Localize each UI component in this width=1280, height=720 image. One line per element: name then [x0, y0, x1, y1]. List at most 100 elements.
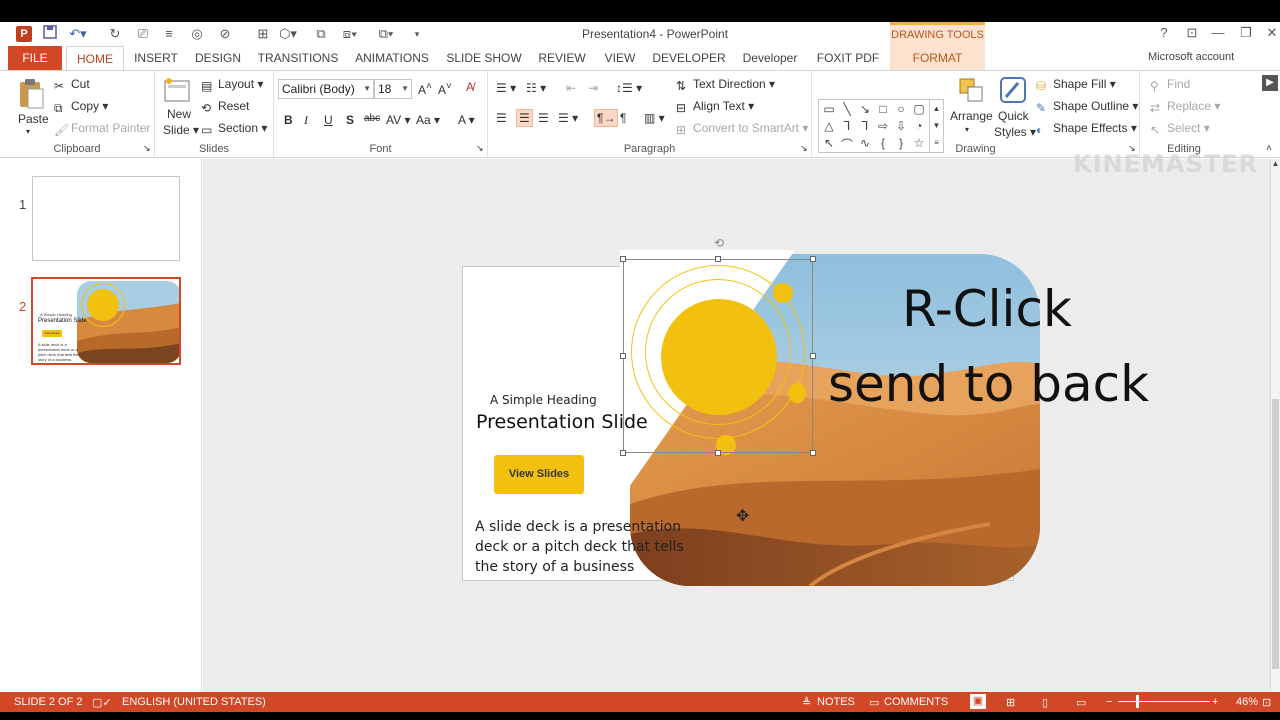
- right-to-left-icon[interactable]: ¶: [620, 111, 626, 125]
- paste-dropdown-icon[interactable]: ▾: [26, 127, 30, 136]
- strikethrough-icon[interactable]: abc: [364, 113, 380, 124]
- start-from-beginning-icon[interactable]: ⎚: [134, 25, 152, 43]
- proofing-icon[interactable]: ▢✓: [92, 696, 112, 709]
- shape-icon[interactable]: ◎: [188, 25, 206, 43]
- rotate-handle-icon[interactable]: ⟲: [714, 236, 724, 250]
- font-color-icon[interactable]: A ▾: [458, 113, 475, 127]
- align-left-icon[interactable]: ☰: [496, 111, 507, 125]
- notes-button[interactable]: NOTES: [817, 696, 855, 708]
- tab-transitions[interactable]: TRANSITIONS: [256, 46, 340, 70]
- resize-handle[interactable]: [620, 450, 626, 456]
- new-slide-button-line2[interactable]: Slide ▾: [163, 123, 199, 137]
- slide-sorter-icon[interactable]: ⊞: [1006, 696, 1015, 709]
- copy-button[interactable]: ⧉ Copy ▾: [54, 99, 108, 115]
- section-button[interactable]: ▭ Section ▾: [201, 121, 267, 137]
- clear-formatting-icon[interactable]: A̸: [466, 80, 474, 94]
- shrink-font-icon[interactable]: A˅: [438, 81, 452, 97]
- tab-file[interactable]: FILE: [8, 46, 62, 70]
- tab-format[interactable]: FORMAT: [890, 46, 985, 70]
- comments-button[interactable]: COMMENTS: [884, 696, 948, 708]
- help-button[interactable]: ?: [1154, 25, 1174, 40]
- quick-styles-button-line2[interactable]: Styles ▾: [994, 125, 1036, 139]
- customize-toolbar-icon[interactable]: ▾: [410, 25, 424, 43]
- reset-button[interactable]: ⟲ Reset: [201, 99, 249, 115]
- tab-design[interactable]: DESIGN: [190, 46, 246, 70]
- quick-styles-button[interactable]: Quick: [998, 109, 1029, 123]
- zoom-slider[interactable]: [1118, 701, 1210, 702]
- grow-font-icon[interactable]: A˄: [418, 81, 432, 97]
- bold-icon[interactable]: B: [284, 113, 293, 127]
- replace-button[interactable]: ⇄ Replace ▾: [1150, 99, 1220, 115]
- vertical-scrollbar[interactable]: ▲: [1270, 159, 1280, 692]
- increase-indent-icon[interactable]: ⇥: [588, 81, 598, 95]
- change-case-icon[interactable]: Aa ▾: [416, 113, 440, 127]
- resize-handle[interactable]: [620, 353, 626, 359]
- select-button[interactable]: ↖ Select ▾: [1150, 121, 1210, 137]
- restore-button[interactable]: ❐: [1236, 25, 1256, 41]
- tab-insert[interactable]: INSERT: [130, 46, 182, 70]
- slide-body-text[interactable]: A slide deck is a presentation deck or a…: [475, 517, 684, 577]
- underline-icon[interactable]: U: [324, 113, 333, 127]
- arrow-line-shape-icon[interactable]: ↘: [857, 102, 873, 116]
- tab-animations[interactable]: ANIMATIONS: [350, 46, 434, 70]
- slide-title[interactable]: Presentation Slide: [476, 411, 648, 433]
- paste-icon[interactable]: [16, 77, 46, 111]
- shape-fill-button[interactable]: ⛁ Shape Fill ▾: [1036, 77, 1116, 93]
- arrange-dropdown-icon[interactable]: ▾: [965, 125, 969, 134]
- tab-view[interactable]: VIEW: [600, 46, 640, 70]
- layout-button[interactable]: ▤ Layout ▾: [201, 77, 263, 93]
- quick-styles-icon[interactable]: [998, 75, 1028, 105]
- font-size-combo[interactable]: 18 ▼: [374, 79, 412, 99]
- shape-effects-button[interactable]: ◐ Shape Effects ▾: [1036, 121, 1137, 137]
- new-slide-button[interactable]: New: [167, 107, 191, 121]
- minimize-button[interactable]: —: [1208, 25, 1228, 40]
- justify-icon[interactable]: ☰ ▾: [558, 111, 578, 125]
- format-painter-button[interactable]: 🖌 Format Painter: [54, 121, 150, 137]
- resize-handle[interactable]: [715, 256, 721, 262]
- group-icon[interactable]: ⊘: [216, 25, 234, 43]
- numbering-icon[interactable]: ☷ ▾: [526, 81, 546, 95]
- zoom-in-icon[interactable]: +: [1212, 696, 1218, 708]
- resize-handle[interactable]: [810, 353, 816, 359]
- line-spacing-icon[interactable]: ↕☰ ▾: [616, 81, 642, 95]
- scrollbar-thumb[interactable]: [1272, 399, 1279, 669]
- tab-home[interactable]: HOME: [66, 46, 124, 71]
- dialog-launcher-icon[interactable]: ↘: [143, 143, 151, 154]
- textbox-shape-icon[interactable]: ▭: [821, 102, 837, 116]
- resize-handle[interactable]: [810, 450, 816, 456]
- resize-handle[interactable]: [715, 450, 721, 456]
- rectangle-shape-icon[interactable]: □: [875, 102, 891, 116]
- selection-icon[interactable]: ⧉▾: [374, 25, 398, 43]
- resize-handle[interactable]: [620, 256, 626, 262]
- align-icon[interactable]: ≡: [160, 25, 178, 43]
- find-button[interactable]: ⚲ Find: [1150, 77, 1190, 93]
- elbow-arrow-shape-icon[interactable]: ⅂: [857, 119, 873, 133]
- decrease-indent-icon[interactable]: ⇤: [566, 81, 576, 95]
- account-label[interactable]: Microsoft account: [1148, 51, 1234, 63]
- tab-foxit-pdf[interactable]: FOXIT PDF: [814, 46, 882, 70]
- slide-thumbnail-1[interactable]: [32, 176, 180, 261]
- save-icon[interactable]: [40, 25, 60, 43]
- close-button[interactable]: ✕: [1262, 25, 1280, 41]
- paste-button[interactable]: Paste: [18, 112, 49, 126]
- dialog-launcher-icon[interactable]: ↘: [800, 143, 808, 154]
- columns-icon[interactable]: ▥ ▾: [644, 111, 665, 125]
- fit-to-window-icon[interactable]: ⊡: [1262, 696, 1271, 709]
- bring-forward-icon[interactable]: ⧉: [312, 25, 330, 43]
- layout-icon[interactable]: ⊞: [254, 25, 272, 43]
- resize-handle[interactable]: [810, 256, 816, 262]
- triangle-shape-icon[interactable]: △: [821, 119, 837, 133]
- center-icon[interactable]: ☰: [516, 109, 533, 127]
- selection-frame[interactable]: [623, 259, 813, 453]
- cut-button[interactable]: ✂ Cut: [54, 77, 90, 93]
- scroll-up-icon[interactable]: ▲: [1271, 159, 1280, 168]
- tab-slide-show[interactable]: SLIDE SHOW: [446, 46, 522, 70]
- font-name-combo[interactable]: Calibri (Body) ▼: [278, 79, 374, 99]
- arrange-icon[interactable]: ⬡▾: [276, 25, 300, 43]
- down-arrow-shape-icon[interactable]: ⇩: [893, 119, 909, 133]
- normal-view-icon[interactable]: ▣: [970, 694, 986, 709]
- redo-icon[interactable]: ↻: [106, 25, 124, 43]
- bullets-icon[interactable]: ☰ ▾: [496, 81, 516, 95]
- zoom-level[interactable]: 46%: [1236, 696, 1258, 708]
- zoom-slider-thumb[interactable]: [1136, 695, 1139, 708]
